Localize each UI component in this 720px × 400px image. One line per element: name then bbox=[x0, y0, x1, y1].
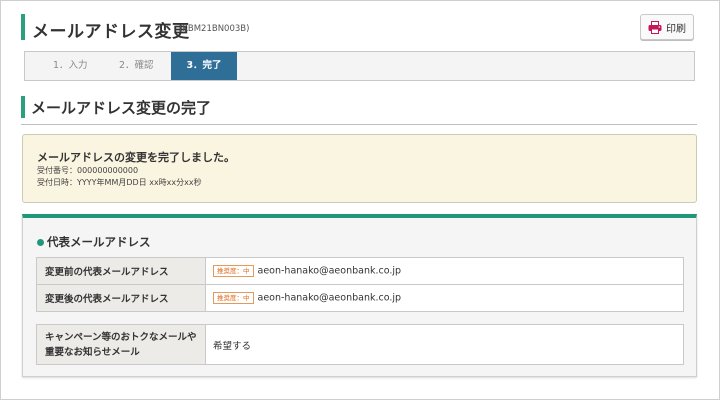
step-complete-active: 3．完了 bbox=[171, 52, 237, 80]
email-card: 代表メールアドレス 変更前の代表メールアドレス 推奨度：中 aeon-hanako… bbox=[22, 214, 697, 377]
campaign-label-line2: 重要なお知らせメール bbox=[45, 346, 140, 358]
email-before: aeon-hanako@aeonbank.co.jp bbox=[257, 265, 402, 277]
card-heading-label: 代表メールアドレス bbox=[47, 235, 151, 249]
row-label-after: 変更後の代表メールアドレス bbox=[36, 284, 206, 312]
completion-notice: メールアドレスの変更を完了しました。 受付番号：000000000000 受付日… bbox=[22, 134, 697, 203]
campaign-label-line1: キャンペーン等のおトクなメールや bbox=[45, 331, 197, 343]
card-heading: 代表メールアドレス bbox=[37, 234, 151, 250]
row-value-before: 推奨度：中 aeon-hanako@aeonbank.co.jp bbox=[205, 257, 684, 285]
page-title: メールアドレス変更 bbox=[32, 22, 190, 42]
row-label-before: 変更前の代表メールアドレス bbox=[36, 257, 206, 285]
section-title: メールアドレス変更の完了 bbox=[31, 99, 212, 117]
section-divider bbox=[21, 124, 697, 125]
title-accent-bar bbox=[21, 14, 25, 40]
email-after: aeon-hanako@aeonbank.co.jp bbox=[257, 292, 402, 304]
table-row: キャンペーン等のおトクなメールや 重要なお知らせメール 希望する bbox=[36, 324, 684, 365]
email-table: 変更前の代表メールアドレス 推奨度：中 aeon-hanako@aeonbank.… bbox=[36, 257, 684, 312]
table-row: 変更前の代表メールアドレス 推奨度：中 aeon-hanako@aeonbank.… bbox=[36, 257, 684, 285]
print-button-label: 印刷 bbox=[666, 23, 686, 35]
dot-icon bbox=[37, 238, 44, 246]
receipt-number: 受付番号：000000000000 bbox=[37, 166, 139, 175]
receipt-datetime: 受付日時：YYYY年MM月DD日 xx時xx分xx秒 bbox=[37, 178, 202, 187]
step-confirm: 2．確認 bbox=[119, 60, 154, 71]
campaign-table: キャンペーン等のおトクなメールや 重要なお知らせメール 希望する bbox=[36, 324, 684, 365]
section-accent-bar bbox=[21, 96, 25, 118]
row-value-after: 推奨度：中 aeon-hanako@aeonbank.co.jp bbox=[205, 284, 684, 312]
notice-title: メールアドレスの変更を完了しました。 bbox=[37, 151, 235, 164]
print-button[interactable]: 印刷 bbox=[640, 14, 694, 40]
recommendation-badge: 推奨度：中 bbox=[213, 292, 254, 304]
campaign-label: キャンペーン等のおトクなメールや 重要なお知らせメール bbox=[36, 324, 206, 365]
table-row: 変更後の代表メールアドレス 推奨度：中 aeon-hanako@aeonbank.… bbox=[36, 284, 684, 312]
campaign-value: 希望する bbox=[205, 324, 684, 365]
step-indicator: 1．入力 2．確認 3．完了 bbox=[24, 51, 695, 81]
recommendation-badge: 推奨度：中 bbox=[213, 265, 254, 277]
screen-code: (KBM21BN003B) bbox=[179, 24, 250, 34]
printer-icon bbox=[648, 20, 662, 34]
step-input: 1．入力 bbox=[53, 60, 88, 71]
